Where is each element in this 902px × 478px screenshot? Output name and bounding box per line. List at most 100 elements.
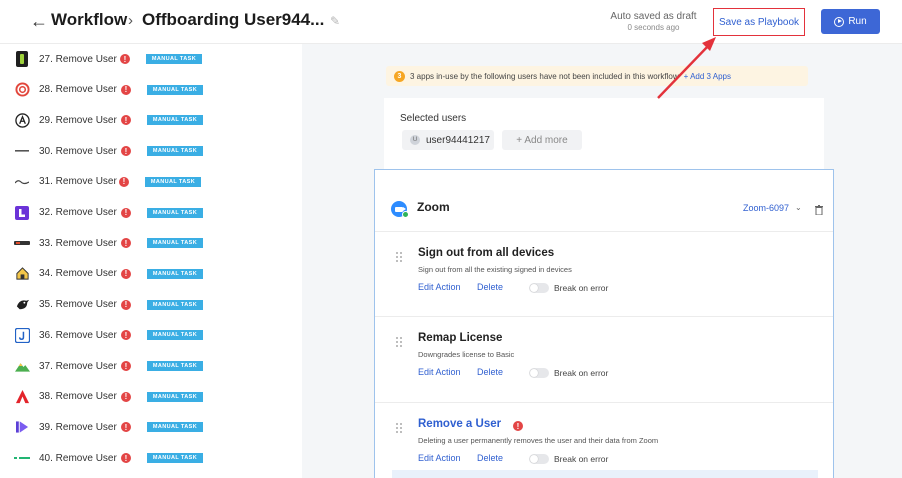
green-bottle-icon — [14, 51, 30, 67]
sidebar-item-label: 36. Remove User — [39, 329, 117, 341]
break-on-error-label: Break on error — [554, 368, 609, 378]
sidebar-item[interactable]: 32. Remove User ! MANUAL TASK — [0, 198, 302, 228]
drag-handle-icon[interactable] — [396, 423, 404, 435]
manual-task-badge: MANUAL TASK — [147, 84, 203, 95]
sidebar-item[interactable]: 39. Remove User ! MANUAL TASK — [0, 412, 302, 442]
sidebar-item[interactable]: 34. Remove User ! MANUAL TASK — [0, 259, 302, 289]
mountain-icon — [14, 358, 30, 374]
sidebar-item[interactable]: 31. Remove User ! MANUAL TASK — [0, 167, 302, 197]
sidebar-item[interactable]: 27. Remove User ! MANUAL TASK — [0, 44, 302, 74]
warning-icon: ! — [121, 268, 131, 279]
break-on-error-toggle[interactable] — [529, 454, 549, 464]
dash-logo-icon — [14, 143, 30, 159]
action-title: Remap License — [418, 332, 503, 344]
manual-task-badge: MANUAL TASK — [147, 207, 203, 218]
red-spiral-icon — [14, 82, 30, 98]
sidebar-item[interactable]: 30. Remove User ! MANUAL TASK — [0, 136, 302, 166]
warning-icon: ! — [513, 421, 523, 431]
manual-task-badge: MANUAL TASK — [147, 268, 203, 279]
warning-icon: ! — [121, 453, 131, 464]
user-name: user94441217 — [426, 134, 490, 146]
warning-icon: ! — [121, 146, 131, 157]
workflow-name: Offboarding User944... — [142, 10, 325, 29]
sidebar-item[interactable]: 35. Remove User ! MANUAL TASK — [0, 290, 302, 320]
sidebar-item-label: 40. Remove User — [39, 452, 117, 464]
sidebar-item-label: 37. Remove User — [39, 360, 117, 372]
warning-icon: ! — [121, 361, 131, 371]
sidebar-item-label: 32. Remove User — [39, 207, 117, 218]
purple-square-icon — [14, 205, 30, 221]
manual-task-badge: MANUAL TASK — [147, 146, 203, 157]
zoom-app-card: Zoom Zoom-6097 ⌄ Sign out from all devic… — [374, 169, 834, 478]
manual-task-badge: MANUAL TASK — [147, 453, 203, 464]
action-sign-out: Sign out from all devices Sign out from … — [375, 232, 833, 317]
selected-users-card: Selected users U user94441217 + Add more — [384, 98, 824, 174]
page-title: Workflow — [51, 10, 128, 29]
delete-action-link[interactable]: Delete — [477, 282, 503, 292]
sidebar-item[interactable]: 29. Remove User ! MANUAL TASK — [0, 105, 302, 135]
chevron-down-icon[interactable]: ⌄ — [795, 203, 802, 212]
warning-icon: ! — [120, 54, 130, 64]
wordmark-logo-icon — [14, 235, 30, 251]
warning-icon: ! — [121, 299, 131, 310]
run-button[interactable]: Run — [821, 9, 880, 34]
header-bar: ← Workflow › Offboarding User944... ✎ Au… — [0, 0, 902, 44]
annotation-arrow-icon — [657, 37, 716, 99]
manual-task-badge: MANUAL TASK — [147, 238, 203, 249]
manual-task-badge: MANUAL TASK — [146, 54, 202, 64]
warning-icon: ! — [121, 84, 131, 95]
action-remap-license: Remap License Downgrades license to Basi… — [375, 317, 833, 403]
sidebar-item[interactable]: 36. Remove User ! MANUAL TASK — [0, 320, 302, 350]
manual-task-badge: MANUAL TASK — [147, 361, 203, 371]
action-description: Sign out from all the existing signed in… — [418, 265, 572, 274]
manual-task-badge: MANUAL TASK — [147, 391, 203, 402]
sidebar-item-label: 39. Remove User — [39, 421, 117, 433]
drag-handle-icon[interactable] — [396, 252, 404, 264]
app-card-header: Zoom Zoom-6097 ⌄ — [375, 170, 833, 232]
warning-icon: ! — [121, 238, 131, 249]
edit-action-link[interactable]: Edit Action — [418, 367, 461, 377]
missing-apps-notice: 3 3 apps in-use by the following users h… — [386, 66, 808, 86]
sidebar-item-label: 28. Remove User — [39, 84, 117, 96]
action-description: Downgrades license to Basic — [418, 350, 515, 359]
sidebar-item[interactable]: 33. Remove User ! MANUAL TASK — [0, 228, 302, 258]
add-more-button[interactable]: + Add more — [502, 130, 582, 150]
user-chip[interactable]: U user94441217 — [402, 130, 494, 150]
action-remove-user: Remove a User ! Deleting a user permanen… — [375, 403, 833, 478]
app-name: Zoom — [417, 200, 450, 214]
script-logo-icon — [14, 174, 30, 190]
delete-action-link[interactable]: Delete — [477, 367, 503, 377]
action-title: Sign out from all devices — [418, 247, 555, 259]
sidebar-item[interactable]: 40. Remove User ! MANUAL TASK — [0, 443, 302, 473]
sidebar-item[interactable]: 28. Remove User ! MANUAL TASK — [0, 75, 302, 105]
warning-icon: ! — [121, 422, 131, 433]
next-action-strip — [392, 470, 818, 478]
green-dash-icon — [14, 450, 30, 466]
break-on-error-toggle[interactable] — [529, 368, 549, 378]
break-on-error-toggle[interactable] — [529, 283, 549, 293]
sidebar-item-label: 33. Remove User — [39, 237, 117, 249]
warning-icon: ! — [121, 330, 131, 341]
back-arrow-icon[interactable]: ← — [30, 11, 48, 32]
selected-users-title: Selected users — [400, 113, 467, 124]
instance-select[interactable]: Zoom-6097 — [743, 203, 789, 213]
action-title: Remove a User — [418, 418, 502, 430]
manual-task-badge: MANUAL TASK — [147, 422, 203, 433]
edit-action-link[interactable]: Edit Action — [418, 453, 461, 463]
house-icon — [14, 266, 30, 282]
sidebar-item[interactable]: 38. Remove User ! MANUAL TASK — [0, 382, 302, 412]
play-circle-icon — [834, 16, 845, 27]
sidebar-item-label: 31. Remove User — [39, 176, 117, 188]
workflow-canvas: 3 3 apps in-use by the following users h… — [302, 44, 902, 478]
manual-task-badge: MANUAL TASK — [147, 299, 203, 310]
pencil-icon[interactable]: ✎ — [330, 14, 340, 28]
check-icon — [402, 211, 409, 218]
sidebar-item-label: 38. Remove User — [39, 391, 117, 403]
purple-play-icon — [14, 419, 30, 435]
manual-task-badge: MANUAL TASK — [145, 176, 201, 187]
delete-action-link[interactable]: Delete — [477, 453, 503, 463]
drag-handle-icon[interactable] — [396, 337, 404, 349]
trash-icon[interactable] — [815, 202, 823, 216]
sidebar-item[interactable]: 37. Remove User ! MANUAL TASK — [0, 351, 302, 381]
edit-action-link[interactable]: Edit Action — [418, 282, 461, 292]
